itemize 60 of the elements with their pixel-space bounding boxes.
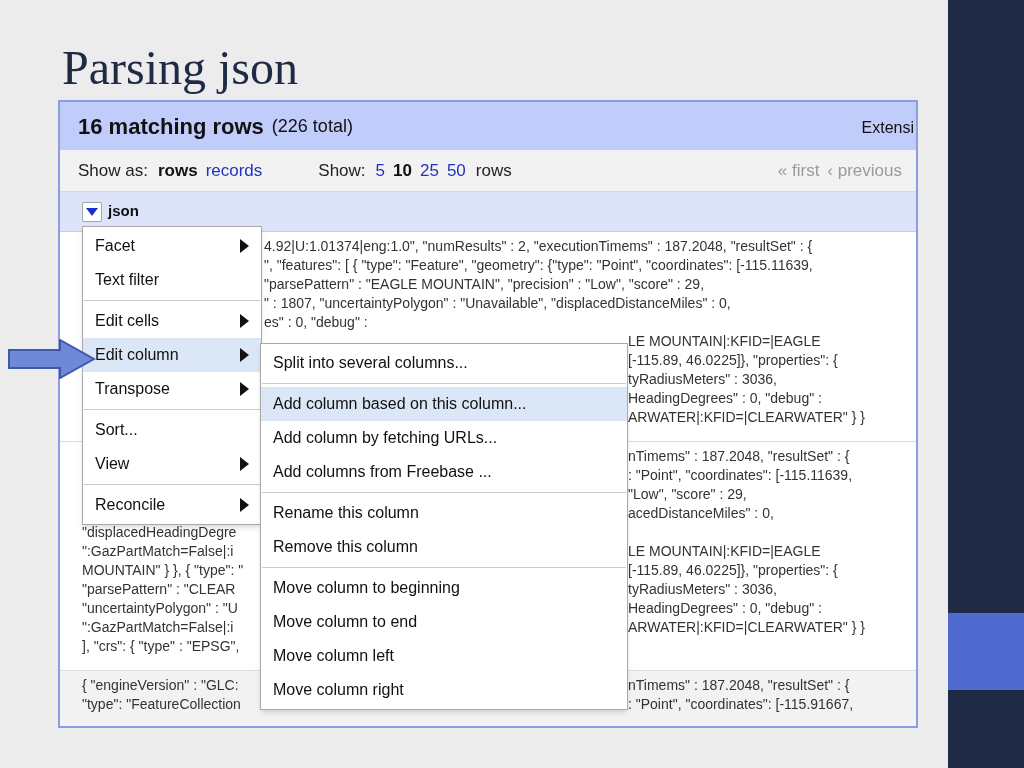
cell-text-line: : "Point", "coordinates": [-115.91667, — [628, 695, 854, 714]
cell-text-line: LE MOUNTAIN|:KFID=|EAGLE — [628, 332, 821, 351]
cell-text-line: tyRadiusMeters" : 3036, — [628, 370, 777, 389]
cell-text-line: "displacedHeadingDegre — [82, 524, 237, 540]
rows-label: rows — [475, 159, 512, 182]
cell-text-line: " : 1807, "uncertaintyPolygon" : "Unavailable", "displacedDistanceMiles" : 0, — [264, 294, 731, 313]
show-label: Show: — [318, 159, 366, 182]
menu-item[interactable]: Split into several columns... — [261, 346, 627, 380]
show-as-label: Show as: — [78, 159, 148, 182]
menu-item[interactable]: Add column based on this column... — [261, 387, 627, 421]
cell-text-line: : "Point", "coordinates": [-115.11639, — [628, 466, 853, 485]
menu-item[interactable]: Move column to end — [261, 605, 627, 639]
page-size-link[interactable]: 25 — [419, 157, 439, 184]
menu-item[interactable]: Add column by fetching URLs... — [261, 421, 627, 455]
cell-text-line: LE MOUNTAIN|:KFID=|EAGLE — [628, 542, 821, 561]
menu-item[interactable]: Add columns from Freebase ... — [261, 455, 627, 489]
cell-text-line: [-115.89, 46.0225]}, "properties": { — [628, 561, 838, 580]
page-size-link[interactable]: 10 — [393, 157, 412, 184]
caret-icon — [86, 207, 98, 216]
cell-text-line: MOUNTAIN" } }, { "type": " — [82, 562, 244, 578]
cell-text-line: ARWATER|:KFID=|CLEARWATER" } } — [628, 408, 865, 427]
cell-text-line: ":GazPartMatch=False|:i — [82, 619, 234, 635]
menu-item[interactable]: Rename this column — [261, 496, 627, 530]
cell-text-line: "uncertaintyPolygon" : "U — [82, 600, 238, 616]
column-name: json — [108, 201, 139, 222]
cell-text-line: "Low", "score" : 29, — [628, 485, 747, 504]
view-mode-link[interactable]: rows — [157, 157, 198, 184]
slide-title: Parsing json — [62, 40, 298, 96]
page-size-link[interactable]: 50 — [446, 157, 466, 184]
matching-rows-title: 16 matching rows — [78, 112, 264, 141]
cell-text-line: nTimems" : 187.2048, "resultSet" : { — [628, 447, 850, 466]
page-size-link[interactable]: 5 — [375, 157, 386, 184]
menu-item[interactable]: Move column to beginning — [261, 571, 627, 605]
cell-text-line: [-115.89, 46.0225]}, "properties": { — [628, 351, 838, 370]
menu-item[interactable]: Edit column — [83, 338, 261, 372]
cell-text-line: "parsePattern" : "EAGLE MOUNTAIN", "precision" : "Low", "score" : 29, — [264, 275, 705, 294]
column-dropdown-button[interactable] — [82, 201, 102, 222]
view-mode-link[interactable]: records — [205, 157, 263, 184]
cell-text-line: ARWATER|:KFID=|CLEARWATER" } } — [628, 618, 865, 637]
cell-text-line: acedDistanceMiles" : 0, — [628, 504, 774, 523]
cell-text-line: "parsePattern" : "CLEAR — [82, 581, 236, 597]
cell-text-line: nTimems" : 187.2048, "resultSet" : { — [628, 676, 850, 695]
menu-item[interactable]: Text filter — [83, 263, 261, 297]
cell-text-line: 4.92|U:1.01374|eng:1.0", "numResults" : 2, "executionTimems" : 187.2048, "resultSet" : { — [264, 237, 813, 256]
cell-text-line: tyRadiusMeters" : 3036, — [628, 580, 777, 599]
menu-item[interactable]: Facet — [83, 229, 261, 263]
cell-text-line: es" : 0, "debug" : — [264, 313, 368, 332]
menu-item[interactable]: Edit cells — [83, 304, 261, 338]
cell-text-line: ", "features": [ { "type": "Feature", "geometry": {"type": "Point", "coordinates": [-115.11639, — [264, 256, 813, 275]
cell-text-line: HeadingDegrees" : 0, "debug" : — [628, 389, 822, 408]
cell-text-line: "type": "FeatureCollection — [82, 696, 241, 712]
menu-item[interactable]: Move column right — [261, 673, 627, 707]
cell-text-line: { "engineVersion" : "GLC: — [82, 677, 239, 693]
extensions-label: Extensi — [861, 118, 914, 138]
menu-item[interactable]: Remove this column — [261, 530, 627, 564]
cell-text-line: ":GazPartMatch=False|:i — [82, 543, 234, 559]
menu-item[interactable]: Move column left — [261, 639, 627, 673]
total-count: (226 total) — [271, 114, 353, 138]
cell-text-line: HeadingDegrees" : 0, "debug" : — [628, 599, 822, 618]
cell-text-line: ], "crs": { "type" : "EPSG", — [82, 638, 240, 654]
